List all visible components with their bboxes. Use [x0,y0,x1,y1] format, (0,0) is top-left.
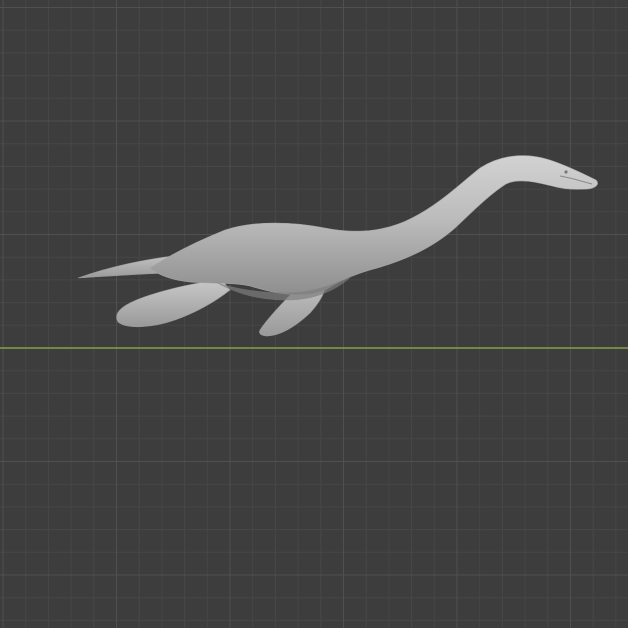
viewport-canvas[interactable] [0,0,628,628]
eye-icon [564,170,568,174]
3d-viewport[interactable] [0,0,628,628]
